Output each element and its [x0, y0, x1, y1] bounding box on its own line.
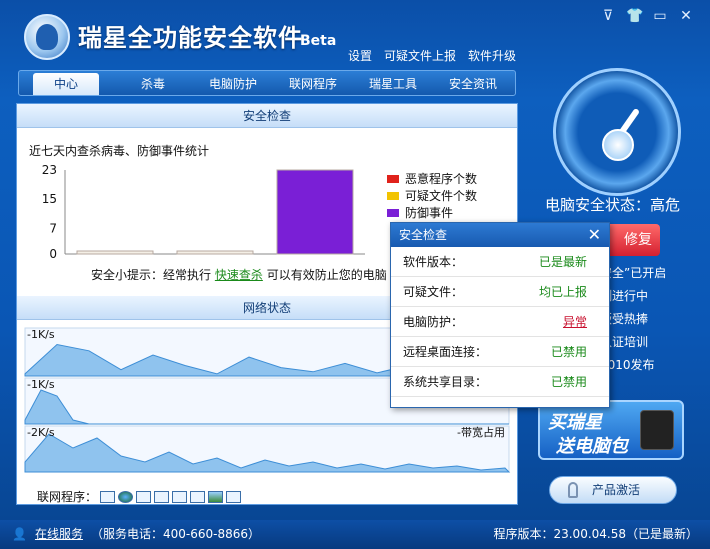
status-bar: 👤 在线服务 （服务电话：400-660-8866） 程序版本：23.00.04… [0, 520, 710, 549]
bar-1 [176, 250, 254, 255]
stats-title: 近七天内查杀病毒、防御事件统计 [29, 144, 210, 158]
program-window-icon[interactable] [226, 490, 242, 503]
program-window-icon[interactable] [100, 490, 116, 503]
tab-tools[interactable]: 瑞星工具 [353, 73, 433, 95]
settings-link[interactable]: 设置 [348, 47, 372, 64]
rising-lion-logo [24, 14, 70, 60]
tab-network-programs[interactable]: 联网程序 [273, 73, 353, 95]
main-tabs: 中心 杀毒 电脑防护 联网程序 瑞星工具 安全资讯 [18, 70, 516, 96]
gauge-hub [602, 129, 634, 161]
news-item[interactable]: 安全”已开启 [600, 262, 700, 285]
protection-abnormal-link[interactable]: 异常 [563, 313, 587, 330]
security-gauge [553, 68, 681, 196]
graph-speed-label: -1K/s [27, 328, 55, 341]
news-list: 安全”已开启 测进行中 版受热捧 认证培训 2010发布 [600, 262, 700, 377]
news-item[interactable]: 认证培训 [600, 331, 700, 354]
security-check-popup: 安全检查 ✕ 软件版本： 已是最新 可疑文件： 均已上报 电脑防护： 异常 远程桌面连… [390, 222, 610, 408]
upgrade-link[interactable]: 软件升级 [468, 47, 516, 64]
key-icon [568, 482, 578, 498]
stats-chart: 23 15 7 0 [42, 164, 365, 260]
pc-security-status: 电脑安全状态：高危 [545, 196, 681, 214]
legend-item: 可疑文件个数 [387, 187, 477, 204]
bar-0 [76, 250, 154, 255]
program-window-icon[interactable] [136, 490, 152, 503]
popup-row: 可疑文件： 均已上报 [391, 277, 609, 307]
legend-swatch-suspicious [387, 191, 399, 200]
promo-banner[interactable]: 买瑞星 送电脑包 [538, 400, 684, 460]
app-title: 瑞星全功能安全软件 [78, 24, 303, 52]
user-icon: 👤 [12, 527, 27, 541]
popup-header: 安全检查 ✕ [391, 223, 609, 247]
header: 瑞星全功能安全软件 Beta 设置 可疑文件上报 软件升级 ⊽ 👕 ▭ ✕ [0, 0, 710, 66]
window-controls: ⊽ 👕 ▭ ✕ [600, 8, 694, 24]
program-image-icon[interactable] [208, 490, 224, 503]
popup-row: 系统共享目录： 已禁用 [391, 367, 609, 397]
y-tick-label: 0 [49, 247, 57, 260]
close-icon[interactable]: ✕ [678, 8, 694, 24]
quick-scan-link[interactable]: 快速查杀 [215, 268, 263, 282]
bandwidth-label: -带宽占用 [457, 425, 505, 439]
security-tip: 安全小提示：经常执行 快速查杀 可以有效防止您的电脑 [91, 268, 387, 282]
program-globe-icon[interactable] [118, 490, 134, 503]
y-tick-label: 23 [42, 164, 57, 177]
beta-label: Beta [300, 33, 337, 49]
network-programs: 联网程序： [37, 488, 242, 505]
laptop-bag-icon [640, 410, 674, 450]
news-item[interactable]: 版受热捧 [600, 308, 700, 331]
online-service: 👤 在线服务 （服务电话：400-660-8866） [12, 520, 260, 549]
y-tick-label: 7 [49, 221, 57, 235]
menu-icon[interactable]: ⊽ [600, 8, 616, 24]
main-window: 瑞星全功能安全软件 Beta 设置 可疑文件上报 软件升级 ⊽ 👕 ▭ ✕ 中心… [0, 0, 710, 549]
popup-row: 软件版本： 已是最新 [391, 247, 609, 277]
popup-close-icon[interactable]: ✕ [588, 223, 601, 247]
tab-security-news[interactable]: 安全资讯 [433, 73, 513, 95]
security-check-header: 安全检查 [17, 104, 517, 128]
program-window-icon[interactable] [154, 490, 170, 503]
graph-speed-label: -2K/s [27, 426, 55, 439]
online-service-link[interactable]: 在线服务 [35, 520, 83, 549]
legend-swatch-malware [387, 174, 399, 183]
popup-row: 电脑防护： 异常 [391, 307, 609, 337]
graph-speed-label: -1K/s [27, 378, 55, 391]
skin-icon[interactable]: 👕 [626, 8, 643, 24]
program-window-icon[interactable] [190, 490, 206, 503]
chart-legend: 恶意程序个数 可疑文件个数 防御事件 [387, 170, 477, 221]
news-item[interactable]: 测进行中 [600, 285, 700, 308]
top-links: 设置 可疑文件上报 软件升级 [348, 47, 516, 64]
bar-2 [276, 169, 354, 255]
y-tick-label: 15 [42, 192, 57, 206]
tab-pc-protection[interactable]: 电脑防护 [193, 73, 273, 95]
legend-item: 防御事件 [387, 204, 477, 221]
popup-row: 远程桌面连接： 已禁用 [391, 337, 609, 367]
activate-button[interactable]: 产品激活 [549, 476, 677, 504]
legend-item: 恶意程序个数 [387, 170, 477, 187]
legend-swatch-defense [387, 208, 399, 217]
program-version: 程序版本：23.00.04.58（已是最新） [493, 527, 698, 541]
tab-center[interactable]: 中心 [33, 73, 99, 95]
minimize-icon[interactable]: ▭ [652, 8, 668, 24]
news-item[interactable]: 2010发布 [600, 354, 700, 377]
report-suspicious-link[interactable]: 可疑文件上报 [384, 47, 456, 64]
service-phone: （服务电话：400-660-8866） [90, 527, 260, 541]
program-window-icon[interactable] [172, 490, 188, 503]
tab-antivirus[interactable]: 杀毒 [113, 73, 193, 95]
